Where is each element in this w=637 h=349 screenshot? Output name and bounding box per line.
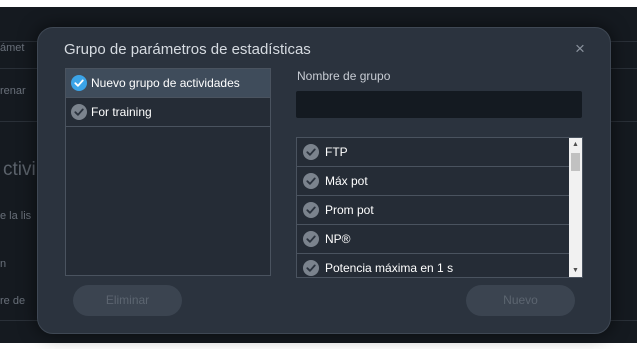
group-list: Nuevo grupo de actividades For training [65,68,271,276]
background-text: re de [0,295,26,307]
new-button[interactable]: Nuevo [466,285,575,316]
stat-item-ftp[interactable]: FTP [297,138,582,167]
stat-item-label: Potencia máxima en 1 s [325,261,454,275]
stat-item-np[interactable]: NP® [297,225,582,254]
background-text: n [0,258,7,270]
dialog-title: Grupo de parámetros de estadísticas [64,41,311,58]
group-name-input[interactable] [296,91,582,118]
background-text: renar [0,85,26,97]
stat-item-label: NP® [325,232,351,246]
delete-button[interactable]: Eliminar [73,285,182,316]
stat-item-label: Máx pot [325,174,368,188]
check-circle-icon [303,202,319,218]
close-icon[interactable]: × [572,40,588,57]
group-item-label: Nuevo grupo de actividades [91,76,240,90]
stat-item-prom-pot[interactable]: Prom pot [297,196,582,225]
background-text: e la lis [0,210,32,222]
arrow-down-icon[interactable]: ▼ [569,264,582,277]
stats-scrollbar[interactable]: ▲ ▼ [569,138,582,277]
background-heading: ctivi [3,159,36,180]
check-circle-icon [71,104,87,120]
background-text: ámet [0,42,25,54]
check-circle-icon [71,75,87,91]
group-item-for-training[interactable]: For training [66,98,270,127]
check-circle-icon [303,173,319,189]
check-circle-icon [303,144,319,160]
group-item-nuevo-grupo[interactable]: Nuevo grupo de actividades [66,69,270,98]
stats-params-dialog: Grupo de parámetros de estadísticas × Nu… [37,27,611,334]
stat-item-label: FTP [325,145,348,159]
check-circle-icon [303,260,319,276]
scrollbar-thumb[interactable] [571,153,580,171]
group-name-label: Nombre de grupo [297,69,391,83]
stat-item-max-pot[interactable]: Máx pot [297,167,582,196]
check-circle-icon [303,231,319,247]
arrow-up-icon[interactable]: ▲ [569,138,582,151]
stat-item-label: Prom pot [325,203,374,217]
group-item-label: For training [91,105,152,119]
stat-item-potencia-1s[interactable]: Potencia máxima en 1 s [297,254,582,277]
stats-list: FTP Máx pot Prom pot NP® Potencia máxima… [296,137,583,278]
